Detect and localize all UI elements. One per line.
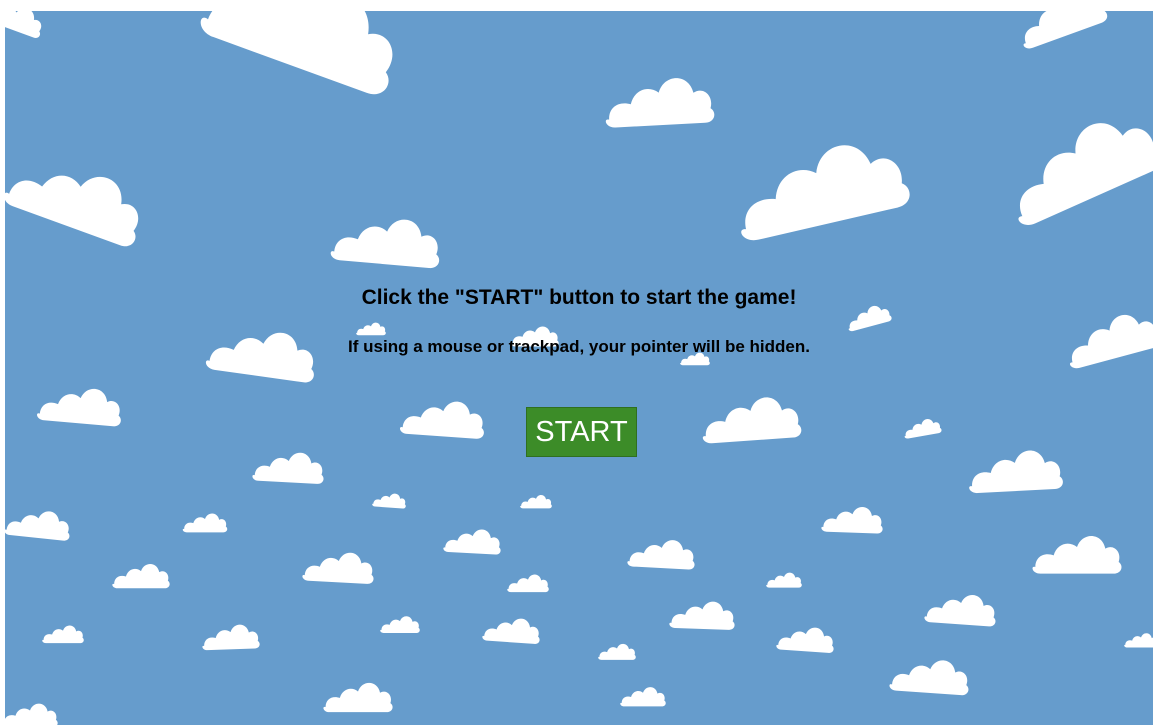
game-canvas[interactable]: Click the "START" button to start the ga… — [5, 11, 1153, 725]
start-screen: Click the "START" button to start the ga… — [5, 11, 1153, 725]
start-button[interactable]: START — [526, 407, 637, 457]
pointer-hidden-note: If using a mouse or trackpad, your point… — [348, 337, 810, 356]
start-instructions: Click the "START" button to start the ga… — [361, 286, 797, 309]
